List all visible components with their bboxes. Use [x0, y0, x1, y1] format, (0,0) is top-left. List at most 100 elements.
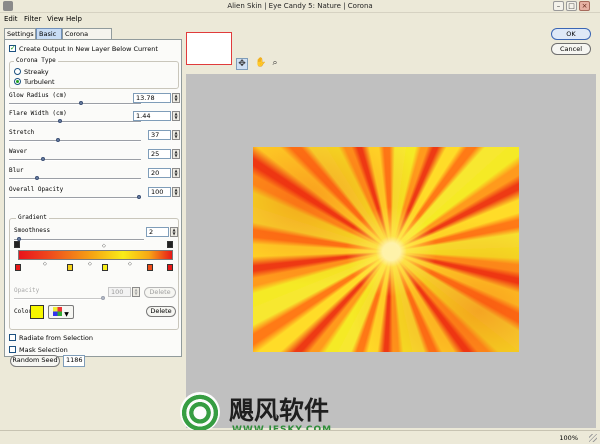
- streaky-label: Streaky: [24, 68, 49, 76]
- blur-input[interactable]: 20: [148, 168, 171, 178]
- random-seed-button[interactable]: Random Seed: [10, 355, 60, 367]
- glow-radius-slider[interactable]: [9, 103, 141, 105]
- color-midpoint-1[interactable]: ◇: [43, 261, 47, 267]
- waver-label: Waver: [9, 148, 28, 155]
- tab-strip: Settings Basic Corona Offset: [4, 28, 182, 48]
- color-picker-dropdown[interactable]: ▼: [48, 305, 74, 319]
- status-bar: 100%: [0, 430, 600, 444]
- maximize-button[interactable]: □: [566, 1, 577, 11]
- minimize-button[interactable]: –: [553, 1, 564, 11]
- color-stop-3[interactable]: [102, 264, 108, 271]
- navigator-thumbnail[interactable]: [186, 32, 232, 65]
- chevron-down-icon: ▼: [64, 311, 69, 318]
- gradient-title: Gradient: [16, 214, 49, 221]
- opacity-stop-left[interactable]: [14, 241, 20, 248]
- glow-radius-input[interactable]: 13.78: [133, 93, 171, 103]
- close-button[interactable]: ×: [579, 1, 590, 11]
- title-bar: Alien Skin | Eye Candy 5: Nature | Coron…: [0, 0, 600, 13]
- color-stop-1[interactable]: [15, 264, 21, 271]
- glow-radius-spinner[interactable]: ▲ ▼: [172, 93, 180, 103]
- opacity-slider-thumb[interactable]: [101, 296, 105, 300]
- opacity-spinner[interactable]: ▲ ▼: [132, 287, 140, 297]
- waver-slider[interactable]: [9, 159, 141, 161]
- blur-slider[interactable]: [9, 178, 141, 180]
- ok-button[interactable]: OK: [551, 28, 591, 40]
- menu-bar: Edit Filter View Help: [0, 14, 600, 26]
- cancel-button[interactable]: Cancel: [551, 43, 591, 55]
- opacity-delete-button[interactable]: Delete: [144, 287, 176, 298]
- stretch-input[interactable]: 37: [148, 130, 171, 140]
- hand-icon[interactable]: ✋: [255, 58, 267, 70]
- palette-icon: [53, 307, 63, 316]
- tab-basic[interactable]: Basic: [36, 28, 62, 39]
- mask-selection-label: Mask Selection: [19, 346, 68, 354]
- basic-panel: Create Output In New Layer Below Current…: [4, 39, 182, 357]
- opacity-label: Opacity: [14, 287, 40, 294]
- create-output-checkbox[interactable]: [9, 44, 16, 52]
- smoothness-slider[interactable]: [14, 239, 144, 241]
- stretch-spinner[interactable]: ▲ ▼: [172, 130, 180, 140]
- zoom-level: 100%: [559, 434, 578, 442]
- color-stop-4[interactable]: [147, 264, 153, 271]
- turbulent-label: Turbulent: [24, 78, 55, 86]
- opacity-input[interactable]: 100: [108, 287, 131, 297]
- color-swatch[interactable]: [30, 305, 44, 319]
- overall-opacity-slider[interactable]: [9, 197, 141, 199]
- color-midpoint-3[interactable]: ◇: [128, 261, 132, 267]
- opacity-stop-right[interactable]: [167, 241, 173, 248]
- menu-filter[interactable]: Filter: [24, 15, 41, 23]
- settings-area: Settings Basic Corona Offset Create Outp…: [4, 28, 182, 428]
- watermark-text: 飓风软件: [229, 396, 330, 425]
- random-seed-input[interactable]: 1186: [63, 355, 85, 367]
- flare-width-input[interactable]: 1.44: [133, 111, 171, 121]
- window-title: Alien Skin | Eye Candy 5: Nature | Coron…: [227, 2, 373, 10]
- waver-input[interactable]: 25: [148, 149, 171, 159]
- turbulent-radio[interactable]: [14, 78, 21, 85]
- waver-spinner[interactable]: ▲ ▼: [172, 149, 180, 159]
- blur-slider-thumb[interactable]: [35, 176, 39, 180]
- color-stop-2[interactable]: [67, 264, 73, 271]
- opacity-midpoint[interactable]: ◇: [102, 243, 106, 249]
- overall-opacity-spinner[interactable]: ▲ ▼: [172, 187, 180, 197]
- color-delete-button[interactable]: Delete: [146, 306, 176, 317]
- preview-area: ✥ ✋ ⌕: [186, 28, 596, 428]
- bucket-move-icon[interactable]: ✥: [236, 58, 248, 70]
- tab-corona-offset[interactable]: Corona Offset: [62, 28, 112, 48]
- waver-slider-thumb[interactable]: [41, 157, 45, 161]
- stretch-slider[interactable]: [9, 140, 141, 142]
- opacity-slider[interactable]: [14, 298, 104, 300]
- menu-help[interactable]: Help: [66, 15, 82, 23]
- mask-selection-checkbox[interactable]: [9, 346, 16, 353]
- menu-edit[interactable]: Edit: [4, 15, 18, 23]
- glow-radius-slider-thumb[interactable]: [79, 101, 83, 105]
- smoothness-input[interactable]: 2: [146, 227, 169, 237]
- corona-preview-image[interactable]: [253, 147, 519, 352]
- flare-width-spinner[interactable]: ▲ ▼: [172, 111, 180, 121]
- menu-view[interactable]: View: [47, 15, 64, 23]
- smoothness-spinner[interactable]: ▲ ▼: [170, 227, 178, 237]
- color-midpoint-2[interactable]: ◇: [88, 261, 92, 267]
- corona-type-group: Corona Type Streaky Turbulent: [9, 57, 179, 89]
- smoothness-label: Smoothness: [14, 227, 51, 234]
- blur-spinner[interactable]: ▲ ▼: [172, 168, 180, 178]
- overall-opacity-slider-thumb[interactable]: [137, 195, 141, 199]
- stretch-label: Stretch: [9, 129, 35, 136]
- flare-width-slider[interactable]: [9, 121, 141, 123]
- tab-settings[interactable]: Settings: [4, 28, 36, 39]
- glow-radius-label: Glow Radius (cm): [9, 92, 67, 99]
- overall-opacity-input[interactable]: 100: [148, 187, 171, 197]
- stretch-slider-thumb[interactable]: [56, 138, 60, 142]
- flare-width-slider-thumb[interactable]: [58, 119, 62, 123]
- radiate-label: Radiate from Selection: [19, 334, 94, 342]
- radiate-checkbox[interactable]: [9, 334, 16, 341]
- corona-type-title: Corona Type: [14, 57, 58, 64]
- color-stop-5[interactable]: [167, 264, 173, 271]
- resize-grip-icon[interactable]: [589, 434, 597, 442]
- streaky-radio[interactable]: [14, 68, 21, 75]
- blur-label: Blur: [9, 167, 24, 174]
- zoom-icon[interactable]: ⌕: [269, 58, 281, 70]
- gradient-group: Gradient Smoothness 2 ▲ ▼ ◇ ◇ ◇ ◇ Opacity: [9, 214, 179, 330]
- watermark-logo-icon: [180, 392, 220, 432]
- overall-opacity-label: Overall Opacity: [9, 186, 64, 193]
- gradient-bar[interactable]: [18, 250, 173, 260]
